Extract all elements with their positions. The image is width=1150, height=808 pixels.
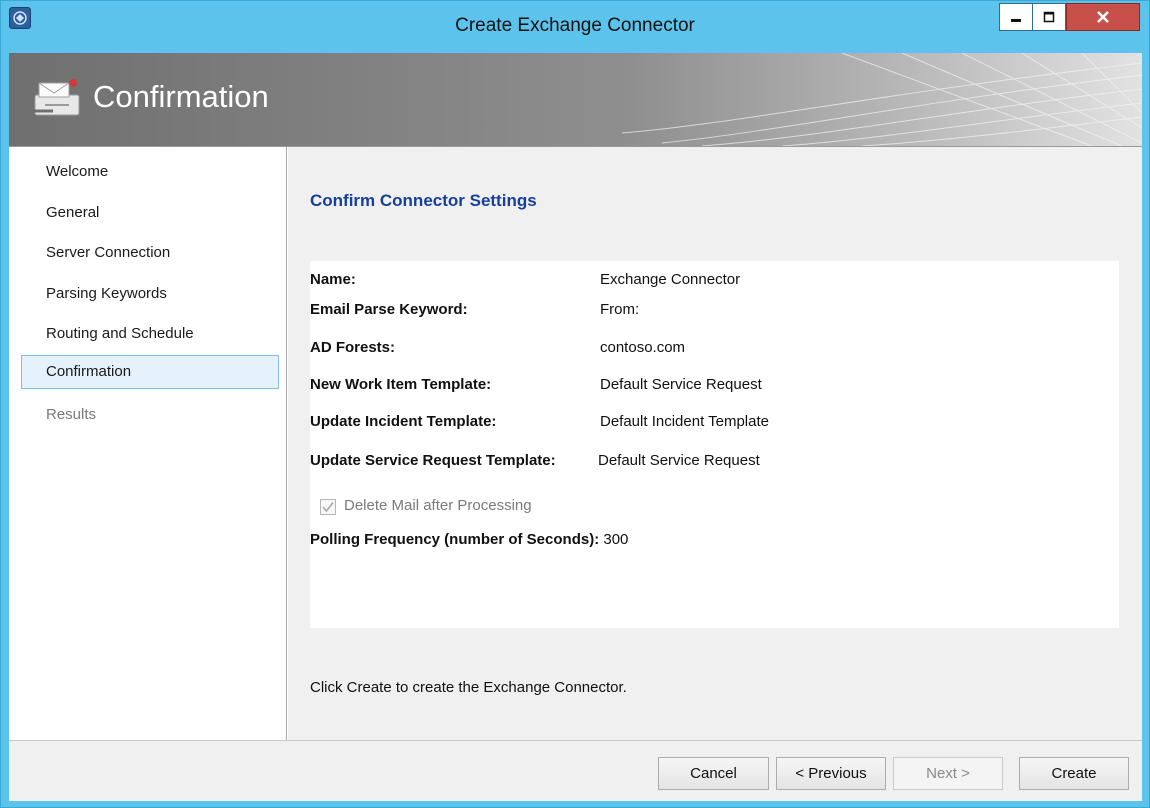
- window: Create Exchange Connector Confirmation W…: [0, 0, 1150, 808]
- maximize-icon: [1043, 11, 1055, 23]
- exchange-connector-icon: [33, 79, 80, 116]
- minimize-button[interactable]: [999, 3, 1033, 31]
- nav-item-routing-and-schedule[interactable]: Routing and Schedule: [21, 317, 279, 351]
- nav-item-server-connection[interactable]: Server Connection: [21, 236, 279, 270]
- button-bar: Cancel < Previous Next > Create: [9, 740, 1142, 801]
- nav-item-general[interactable]: General: [21, 196, 279, 230]
- nav-item-parsing-keywords[interactable]: Parsing Keywords: [21, 277, 279, 311]
- cancel-button[interactable]: Cancel: [658, 757, 769, 790]
- checkmark-icon: [322, 502, 334, 513]
- main-panel: Confirm Connector Settings Name: Exchang…: [288, 147, 1142, 741]
- banner-title: Confirmation: [93, 79, 269, 114]
- window-title: Create Exchange Connector: [455, 15, 695, 36]
- next-button: Next >: [893, 757, 1003, 790]
- setting-label: Update Service Request Template:: [310, 452, 556, 469]
- polling-frequency-value: 300: [603, 531, 629, 548]
- minimize-icon: [1011, 19, 1021, 22]
- title-bar[interactable]: Create Exchange Connector: [1, 1, 1149, 53]
- setting-value: From:: [600, 301, 640, 318]
- setting-value: Default Service Request: [600, 376, 762, 393]
- nav-item-confirmation[interactable]: Confirmation: [21, 355, 279, 389]
- polling-frequency-row: Polling Frequency (number of Seconds): 3…: [310, 531, 628, 548]
- delete-mail-label: Delete Mail after Processing: [344, 497, 532, 514]
- close-button[interactable]: [1066, 3, 1140, 31]
- wizard-banner: Confirmation: [9, 53, 1142, 146]
- nav-item-welcome[interactable]: Welcome: [21, 155, 279, 189]
- delete-mail-checkbox: [320, 499, 336, 515]
- setting-label: Name:: [310, 271, 356, 288]
- section-title: Confirm Connector Settings: [310, 191, 537, 210]
- close-icon: [1097, 11, 1109, 23]
- wizard-content: Welcome General Server Connection Parsin…: [9, 146, 1142, 741]
- setting-label: AD Forests:: [310, 339, 396, 356]
- maximize-button[interactable]: [1032, 3, 1066, 31]
- setting-value: Exchange Connector: [600, 271, 741, 288]
- create-button[interactable]: Create: [1019, 757, 1129, 790]
- nav-item-results: Results: [46, 406, 97, 423]
- wizard-step-nav: Welcome General Server Connection Parsin…: [9, 147, 287, 741]
- instruction-text: Click Create to create the Exchange Conn…: [310, 679, 627, 696]
- setting-label: Email Parse Keyword:: [310, 301, 468, 318]
- polling-frequency-label: Polling Frequency (number of Seconds):: [310, 531, 600, 548]
- settings-summary: Name: Exchange Connector Email Parse Key…: [310, 261, 1119, 628]
- previous-button[interactable]: < Previous: [776, 757, 886, 790]
- setting-label: New Work Item Template:: [310, 376, 492, 393]
- setting-value: Default Service Request: [598, 452, 760, 469]
- setting-value: contoso.com: [600, 339, 686, 356]
- banner-wave-decoration: [622, 53, 1142, 146]
- setting-label: Update Incident Template:: [310, 413, 497, 430]
- setting-value: Default Incident Template: [600, 413, 769, 430]
